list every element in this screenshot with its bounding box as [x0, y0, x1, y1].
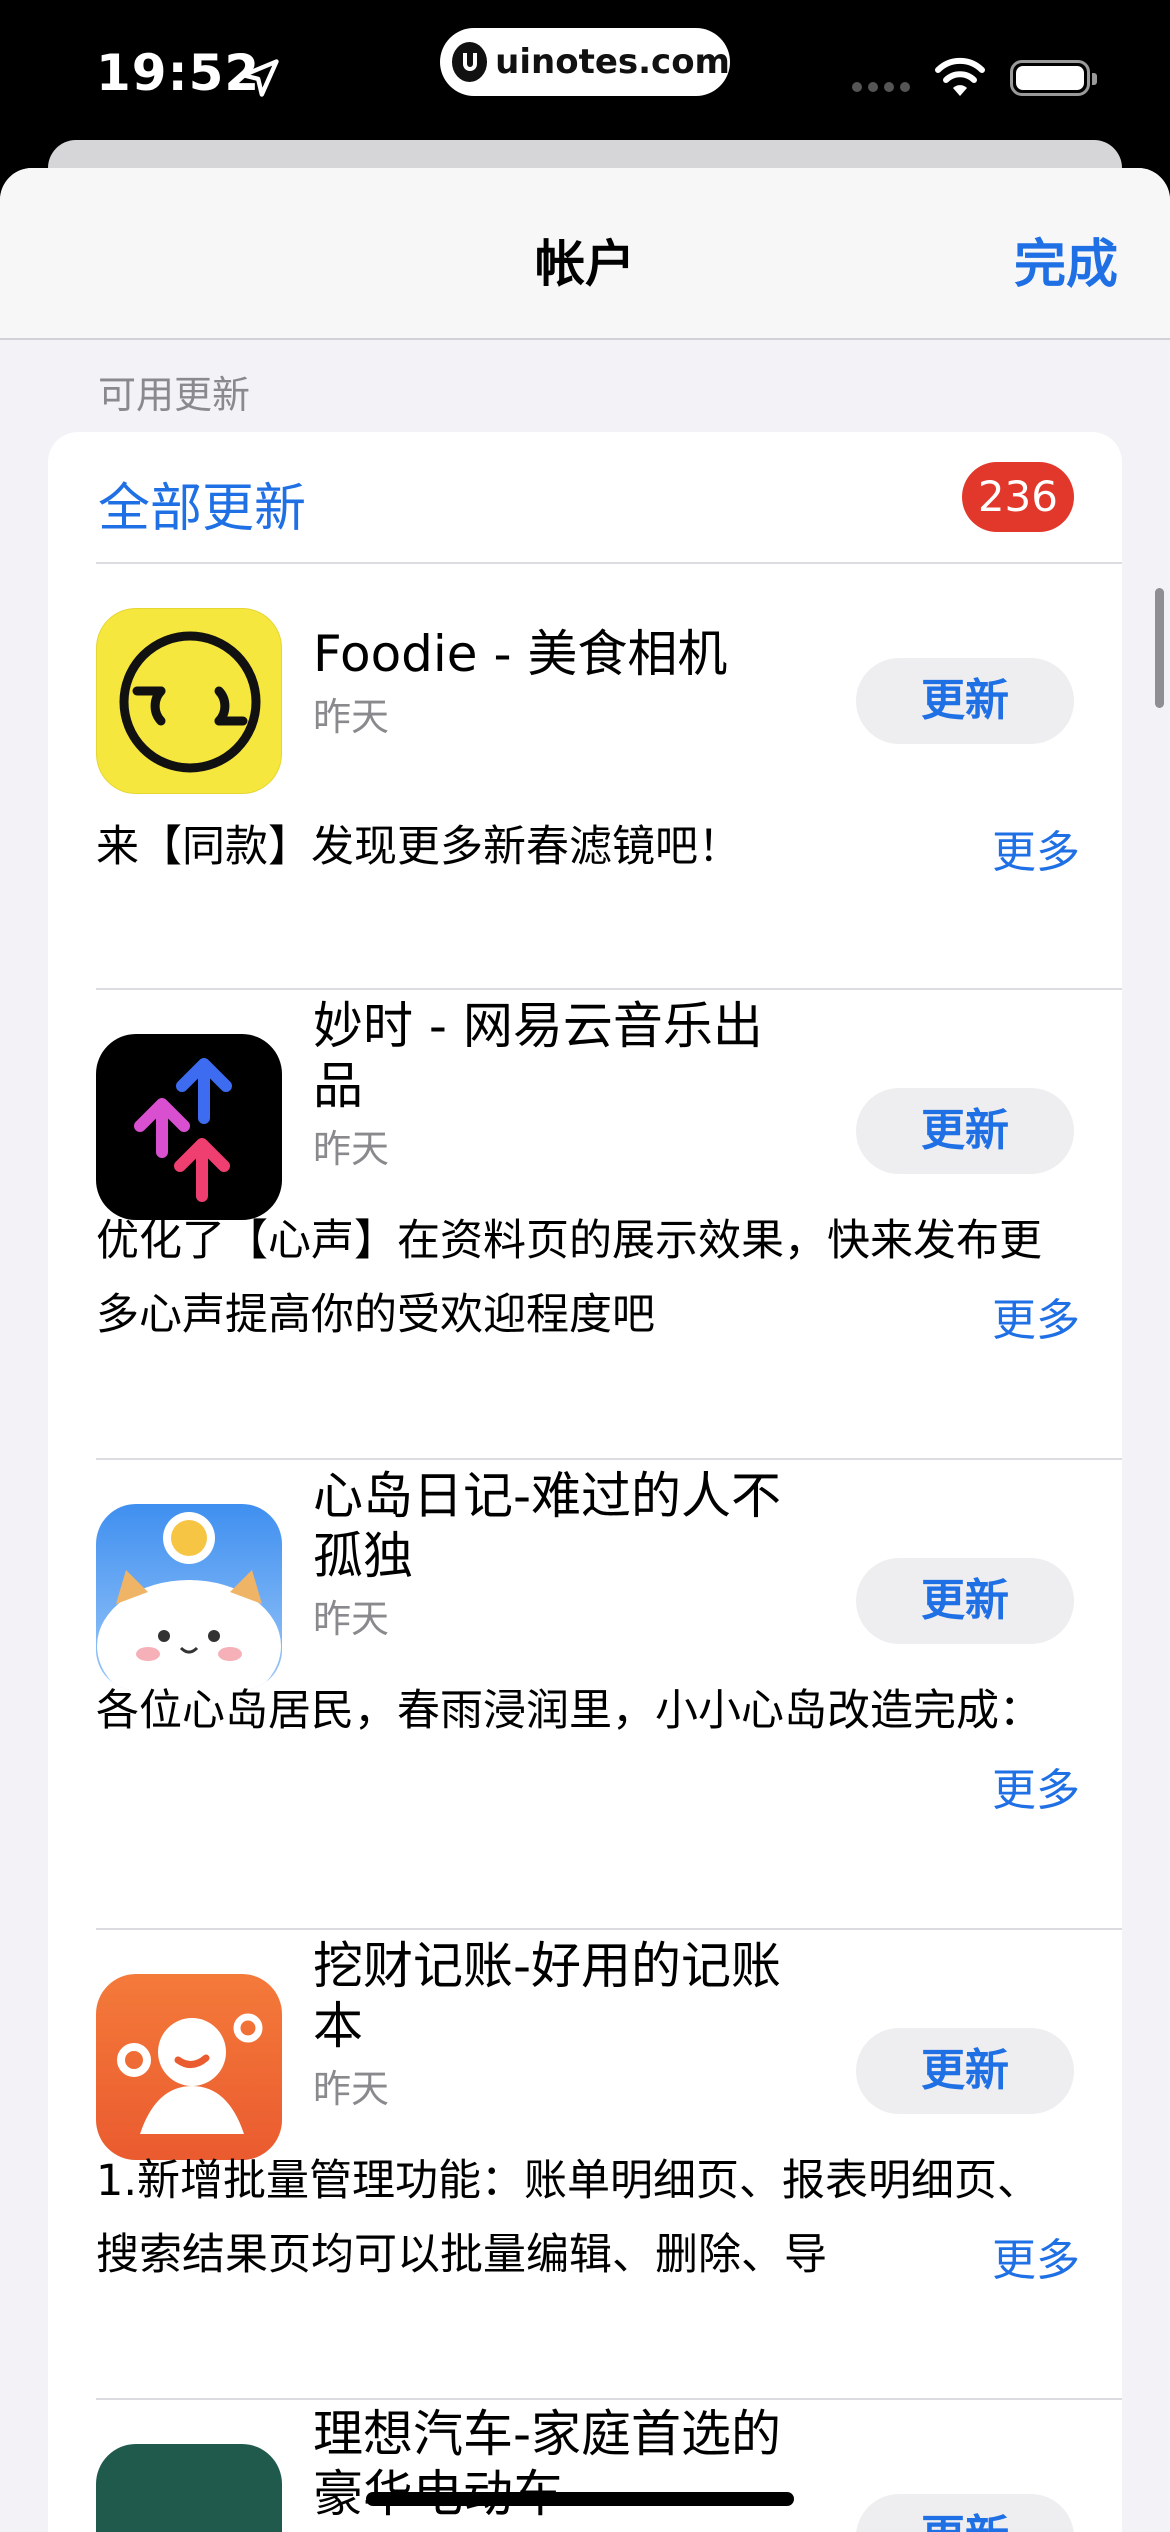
- section-header-available-updates: 可用更新: [98, 373, 251, 417]
- update-all-button[interactable]: 全部更新: [98, 466, 306, 541]
- app-date: 昨天: [313, 1597, 390, 1641]
- app-date: 昨天: [313, 695, 390, 739]
- location-arrow-icon: [241, 59, 279, 97]
- cellular-signal-icon: [852, 82, 912, 96]
- app-name: 理想汽车-家庭首选的豪华电动车: [313, 2405, 782, 2523]
- update-button[interactable]: 更新: [856, 1558, 1074, 1644]
- account-sheet: 帐户 完成 可用更新 全部更新 236 Foodie - 美食相机 昨天 更新: [0, 168, 1170, 2532]
- wifi-icon: [935, 57, 985, 96]
- app-name: 妙时 - 网易云音乐出品: [313, 997, 763, 1115]
- page-title: 帐户: [535, 235, 635, 293]
- update-button[interactable]: 更新: [856, 2494, 1074, 2532]
- nav-bar: 帐户 完成: [0, 168, 1170, 340]
- release-notes: 1.新增批量管理功能：账单明细页、报表明细页、搜索结果页均可以批量编辑、删除、导: [96, 2156, 1041, 2280]
- foodie-app-icon[interactable]: [96, 608, 282, 794]
- release-notes: 各位心岛居民，春雨浸润里，小小心岛改造完成：: [96, 1686, 1042, 1736]
- app-date: 昨天: [313, 2067, 390, 2111]
- release-notes: 优化了【心声】在资料页的展示效果，快来发布更多心声提高你的受欢迎程度吧: [96, 1216, 1042, 1340]
- wacai-app-icon[interactable]: [96, 1974, 282, 2160]
- site-name: uinotes.com: [495, 42, 730, 82]
- done-button[interactable]: 完成: [1014, 222, 1118, 297]
- xindao-app-icon[interactable]: [96, 1504, 282, 1690]
- more-link[interactable]: 更多: [980, 816, 1080, 880]
- divider: [96, 988, 1122, 990]
- scrollbar[interactable]: [1155, 588, 1164, 708]
- divider: [96, 2398, 1122, 2400]
- more-link[interactable]: 更多: [980, 1754, 1080, 1818]
- app-name: 心岛日记-难过的人不孤独: [313, 1467, 782, 1585]
- site-watermark-pill: uinotes.com: [440, 28, 730, 96]
- lixiang-app-icon[interactable]: [96, 2444, 282, 2532]
- divider: [96, 562, 1122, 564]
- status-time: 19:52: [96, 44, 261, 102]
- update-button[interactable]: 更新: [856, 658, 1074, 744]
- site-logo-icon: [452, 42, 488, 82]
- app-name: 挖财记账-好用的记账本: [313, 1937, 782, 2055]
- update-all-row: 全部更新 236: [48, 432, 1122, 562]
- battery-icon: [1010, 60, 1097, 96]
- update-button[interactable]: 更新: [856, 1088, 1074, 1174]
- updates-card: 全部更新 236 Foodie - 美食相机 昨天 更新 来【同款】发现更多新春…: [48, 432, 1122, 2532]
- update-button[interactable]: 更新: [856, 2028, 1074, 2114]
- update-count-badge: 236: [961, 462, 1074, 532]
- status-bar: 19:52 uinotes.com: [0, 0, 1170, 150]
- divider: [96, 1928, 1122, 1930]
- more-link[interactable]: 更多: [980, 2224, 1080, 2288]
- release-notes: 来【同款】发现更多新春滤镜吧！: [96, 822, 741, 872]
- home-indicator[interactable]: [366, 2492, 794, 2506]
- divider: [96, 1458, 1122, 1460]
- app-date: 昨天: [313, 1127, 390, 1171]
- app-name: Foodie - 美食相机: [313, 625, 728, 683]
- more-link[interactable]: 更多: [980, 1284, 1080, 1348]
- miaoshi-app-icon[interactable]: [96, 1034, 282, 1220]
